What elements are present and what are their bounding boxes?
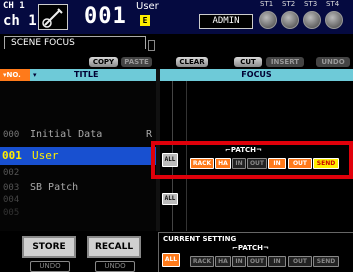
undo-button[interactable]: UNDO — [316, 57, 350, 67]
scene-no: 001 — [2, 149, 22, 162]
copy-button[interactable]: COPY — [89, 57, 118, 67]
scene-title: SB Patch — [30, 182, 79, 193]
current-setting-label: CURRENT SETTING — [163, 235, 237, 243]
current-patch-group-label: ⌐PATCH¬ — [232, 244, 269, 252]
out-toggle[interactable]: OUT — [288, 158, 312, 169]
channel-small-label: CH 1 — [3, 1, 25, 11]
st4-knob[interactable] — [325, 11, 343, 29]
st3-label: ST3 — [304, 0, 318, 8]
patch-group-label: ⌐PATCH¬ — [225, 146, 262, 154]
tab-divider — [148, 40, 155, 51]
clear-button[interactable]: CLEAR — [176, 57, 208, 67]
insert-button[interactable]: INSERT — [266, 57, 304, 67]
recall-undo-button[interactable]: UNDO — [95, 261, 135, 272]
scene-no: 003 — [3, 183, 20, 193]
user-label: User — [136, 1, 159, 12]
paste-button[interactable]: PASTE — [121, 57, 152, 67]
in-toggle[interactable]: IN — [268, 158, 286, 169]
selected-scene-row[interactable]: 001 User — [0, 147, 156, 165]
scene-no[interactable]: 004 — [3, 195, 19, 205]
title-sort-icon[interactable]: ▾ — [33, 69, 41, 81]
scene-no[interactable]: 002 — [3, 168, 19, 178]
st2-knob[interactable] — [281, 11, 299, 29]
focus-all-button[interactable]: ALL — [162, 153, 178, 167]
scene-number: 001 — [84, 4, 127, 29]
title-column-header: TITLE — [74, 70, 99, 79]
channel-name: ch 1 — [3, 13, 37, 29]
current-rack-toggle[interactable]: RACK — [190, 256, 214, 267]
store-undo-button[interactable]: UNDO — [30, 261, 70, 272]
st4-label: ST4 — [326, 0, 340, 8]
patch-label: PATCH — [237, 244, 264, 252]
current-send-toggle[interactable]: SEND — [313, 256, 339, 267]
focus-all-button-row3[interactable]: ALL — [162, 193, 178, 205]
user-badge: E — [140, 15, 150, 26]
scene-title: Initial Data — [30, 129, 103, 140]
admin-button[interactable]: ADMIN — [199, 14, 253, 29]
guitar-icon — [42, 8, 63, 28]
scene-no[interactable]: 005 — [3, 208, 19, 218]
scene-no: 000 — [3, 130, 20, 140]
no-column-label: NO. — [6, 71, 21, 79]
st2-label: ST2 — [282, 0, 296, 8]
top-status-bar: CH 1 ch 1 001 User E ADMIN ST1 ST2 ST3 S… — [0, 0, 353, 34]
read-only-flag: R — [146, 129, 153, 140]
current-patch-out-toggle[interactable]: OUT — [247, 256, 267, 267]
store-button[interactable]: STORE — [22, 236, 76, 258]
cut-button[interactable]: CUT — [234, 57, 262, 67]
st3-knob[interactable] — [303, 11, 321, 29]
patch-in-toggle[interactable]: IN — [232, 158, 246, 169]
patch-out-toggle[interactable]: OUT — [247, 158, 267, 169]
ha-toggle[interactable]: HA — [215, 158, 231, 169]
current-ha-toggle[interactable]: HA — [215, 256, 231, 267]
send-toggle[interactable]: SEND — [313, 158, 339, 169]
current-out-toggle[interactable]: OUT — [288, 256, 312, 267]
tab-scene-focus[interactable]: SCENE FOCUS — [4, 36, 146, 49]
st1-knob[interactable] — [259, 11, 277, 29]
no-column-header[interactable]: ▾NO. — [0, 69, 30, 81]
rack-toggle[interactable]: RACK — [190, 158, 214, 169]
current-patch-in-toggle[interactable]: IN — [232, 256, 246, 267]
current-in-toggle[interactable]: IN — [268, 256, 286, 267]
st1-label: ST1 — [260, 0, 274, 8]
recall-button[interactable]: RECALL — [87, 236, 141, 258]
focus-column-header: FOCUS — [160, 69, 353, 81]
channel-icon-box[interactable] — [38, 4, 68, 30]
current-all-button[interactable]: ALL — [162, 253, 180, 267]
patch-label: PATCH — [230, 146, 257, 154]
scene-title: User — [32, 149, 59, 162]
